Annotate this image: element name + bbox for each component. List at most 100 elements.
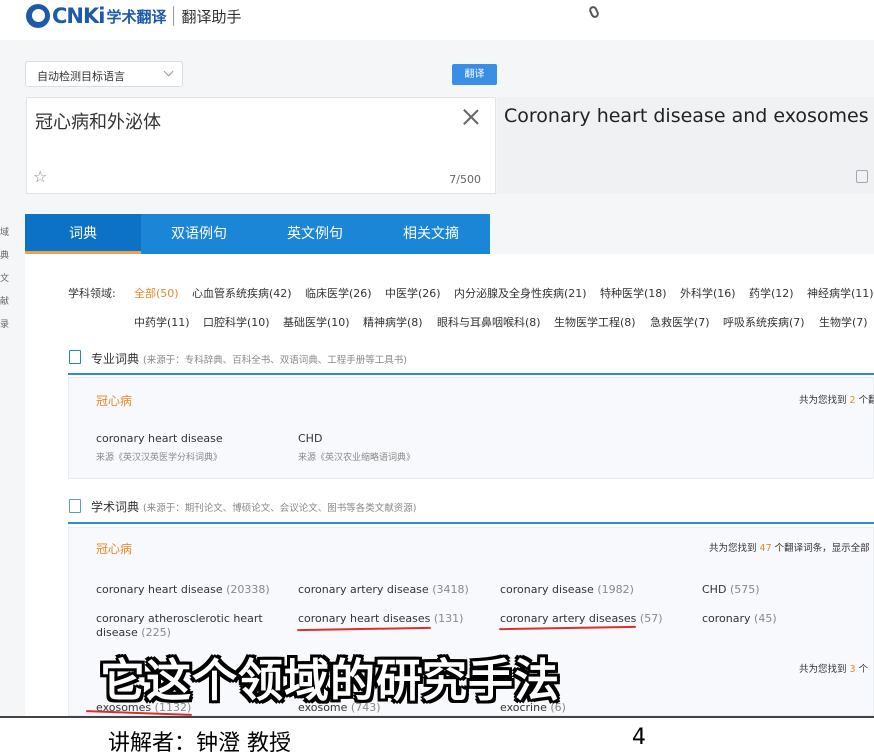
field-filter[interactable]: 神经病学(11) bbox=[807, 285, 874, 301]
source-text[interactable]: 冠心病和外泌体 bbox=[35, 108, 161, 134]
tab-dictionary[interactable]: 词典 bbox=[25, 214, 141, 254]
professional-dictionary-source: (来源于：专科辞典、百科全书、双语词典、工程手册等工具书) bbox=[143, 355, 407, 366]
field-filter-all[interactable]: 全部(50) bbox=[134, 285, 179, 301]
logo-divider bbox=[173, 6, 175, 26]
academic-dictionary-source: (来源于：期刊论文、博硕论文、会议论文、图书等各类文献资源) bbox=[143, 503, 417, 514]
field-filter[interactable]: 药学(12) bbox=[749, 285, 794, 301]
translation-term[interactable]: coronary heart disease bbox=[96, 432, 223, 445]
translation-term: coronary atherosclerotic heart disease (… bbox=[96, 612, 276, 640]
academic-dictionary-title: 学术词典 (来源于：期刊论文、博硕论文、会议论文、图书等各类文献资源) bbox=[91, 498, 416, 515]
field-filter[interactable]: 心血管系统疾病(42) bbox=[192, 285, 292, 301]
count-number: 2 bbox=[849, 395, 856, 406]
term-frequency: (1982) bbox=[597, 583, 634, 596]
clear-icon[interactable] bbox=[461, 107, 481, 127]
term-frequency: (575) bbox=[729, 583, 760, 596]
field-filter[interactable]: 外科学(16) bbox=[680, 285, 736, 301]
logo-product: 学术翻译 bbox=[106, 7, 167, 26]
translation-term: coronary artery diseases (57) bbox=[500, 612, 663, 625]
field-filter[interactable]: 口腔科学(10) bbox=[203, 314, 270, 330]
cnki-logo-icon bbox=[26, 4, 50, 28]
field-filter[interactable]: 中医学(26) bbox=[385, 285, 441, 301]
book-icon bbox=[69, 350, 81, 364]
professional-result-count: 共为您找到 2 个翻 bbox=[799, 395, 874, 406]
field-filter[interactable]: 中药学(11) bbox=[134, 314, 190, 330]
copy-icon[interactable] bbox=[856, 170, 868, 183]
term-text[interactable]: coronary artery disease bbox=[298, 583, 429, 596]
field-filter[interactable]: 生物医学工程(8) bbox=[554, 314, 636, 330]
document-icon bbox=[69, 499, 81, 513]
term-text[interactable]: coronary artery diseases bbox=[500, 612, 636, 625]
tab-bilingual-sentences[interactable]: 双语例句 bbox=[141, 214, 257, 254]
left-side-strip: 域 典 文 献 录 bbox=[0, 222, 10, 337]
term-frequency: (57) bbox=[639, 612, 663, 625]
section-divider bbox=[68, 373, 874, 375]
professional-dictionary-label: 专业词典 bbox=[91, 352, 140, 366]
term-source: 来源《英汉汉英医学分科词典》 bbox=[96, 453, 223, 463]
left-strip-text: 献 bbox=[0, 297, 10, 307]
translation-term[interactable]: CHD bbox=[298, 432, 322, 445]
left-strip-text: 域 bbox=[0, 228, 10, 238]
term-frequency: (225) bbox=[141, 626, 171, 639]
academic-result-count: 共为您找到 47 个翻译词条，显示全部 bbox=[709, 543, 870, 554]
left-strip-text: 典 bbox=[0, 251, 10, 261]
term-frequency: (45) bbox=[754, 612, 777, 625]
source-text-area[interactable]: 冠心病和外泌体 ☆ 7/500 bbox=[26, 97, 496, 194]
term-text[interactable]: coronary disease bbox=[500, 583, 594, 596]
lecture-caption-bar: 讲解者：钟澄 教授 4 bbox=[0, 716, 874, 756]
app-subtitle: 翻译助手 bbox=[181, 7, 242, 26]
translation-output: Coronary heart disease and exosomes bbox=[497, 97, 874, 194]
cnki-logo[interactable]: CNKi 学术翻译 翻译助手 bbox=[26, 4, 242, 28]
term-text[interactable]: coronary bbox=[702, 612, 751, 625]
term-frequency: (20338) bbox=[226, 583, 270, 596]
left-strip-text: 文 bbox=[0, 274, 10, 284]
field-filter[interactable]: 基础医学(10) bbox=[283, 314, 350, 330]
target-language-select[interactable]: 自动检测目标语言 bbox=[25, 61, 183, 87]
tab-related-abstracts[interactable]: 相关文摘 bbox=[373, 214, 489, 254]
star-icon[interactable]: ☆ bbox=[33, 167, 47, 186]
field-filter[interactable]: 特种医学(18) bbox=[600, 285, 667, 301]
subject-field-label: 学科领域: bbox=[68, 287, 116, 300]
exosome-result-count: 共为您找到 3 个 bbox=[799, 664, 869, 675]
section-divider bbox=[68, 522, 874, 524]
target-text: Coronary heart disease and exosomes bbox=[504, 105, 869, 127]
professional-dictionary-card bbox=[68, 377, 874, 479]
left-strip-text: 录 bbox=[0, 320, 10, 330]
term-text[interactable]: CHD bbox=[702, 583, 726, 596]
professional-dictionary-title: 专业词典 (来源于：专科辞典、百科全书、双语词典、工程手册等工具书) bbox=[91, 350, 407, 367]
term-source: 来源《英汉农业缩略语词典》 bbox=[298, 453, 416, 463]
field-filter[interactable]: 精神病学(8) bbox=[363, 314, 423, 330]
lecturer-name: 讲解者：钟澄 教授 bbox=[108, 731, 291, 756]
term-text[interactable]: coronary heart diseases bbox=[298, 612, 430, 625]
term-frequency: (131) bbox=[433, 612, 464, 625]
count-number: 47 bbox=[759, 543, 772, 554]
translation-term: CHD (575) bbox=[702, 583, 760, 596]
translation-term: coronary heart diseases (131) bbox=[298, 612, 463, 625]
result-tabs: 词典 双语例句 英文例句 相关文摘 bbox=[25, 214, 490, 254]
academic-dictionary-label: 学术词典 bbox=[91, 500, 140, 514]
term-frequency: (3418) bbox=[432, 583, 469, 596]
tab-english-sentences[interactable]: 英文例句 bbox=[257, 214, 373, 254]
char-count: 7/500 bbox=[449, 173, 481, 186]
count-number: 3 bbox=[849, 664, 856, 675]
term-text[interactable]: coronary atherosclerotic heart disease bbox=[96, 612, 263, 639]
field-filter[interactable]: 内分泌腺及全身性疾病(21) bbox=[454, 285, 587, 301]
field-filter[interactable]: 眼科与耳鼻咽喉科(8) bbox=[437, 314, 541, 330]
field-filter[interactable]: 急救医学(7) bbox=[650, 314, 710, 330]
paperclip-icon bbox=[587, 4, 601, 20]
logo-brand: CNKi bbox=[52, 4, 105, 28]
term-text[interactable]: coronary heart disease bbox=[96, 583, 223, 596]
field-filter[interactable]: 生物学(7) bbox=[819, 314, 868, 330]
target-language-value: 自动检测目标语言 bbox=[37, 70, 125, 83]
field-filter[interactable]: 临床医学(26) bbox=[305, 285, 372, 301]
translate-button[interactable]: 翻译 bbox=[452, 64, 497, 85]
translation-term: coronary (45) bbox=[702, 612, 777, 625]
academic-term-heading: 冠心病 bbox=[96, 542, 133, 556]
chevron-down-icon bbox=[163, 66, 174, 77]
professional-term-heading: 冠心病 bbox=[96, 394, 133, 408]
translation-term: coronary artery disease (3418) bbox=[298, 583, 469, 596]
translation-term: coronary heart disease (20338) bbox=[96, 583, 270, 596]
app-header: CNKi 学术翻译 翻译助手 bbox=[0, 0, 874, 40]
translation-term: coronary disease (1982) bbox=[500, 583, 634, 596]
field-filter[interactable]: 呼吸系统疾病(7) bbox=[723, 314, 805, 330]
video-subtitle: 它这个领域的研究手法 bbox=[100, 654, 561, 707]
